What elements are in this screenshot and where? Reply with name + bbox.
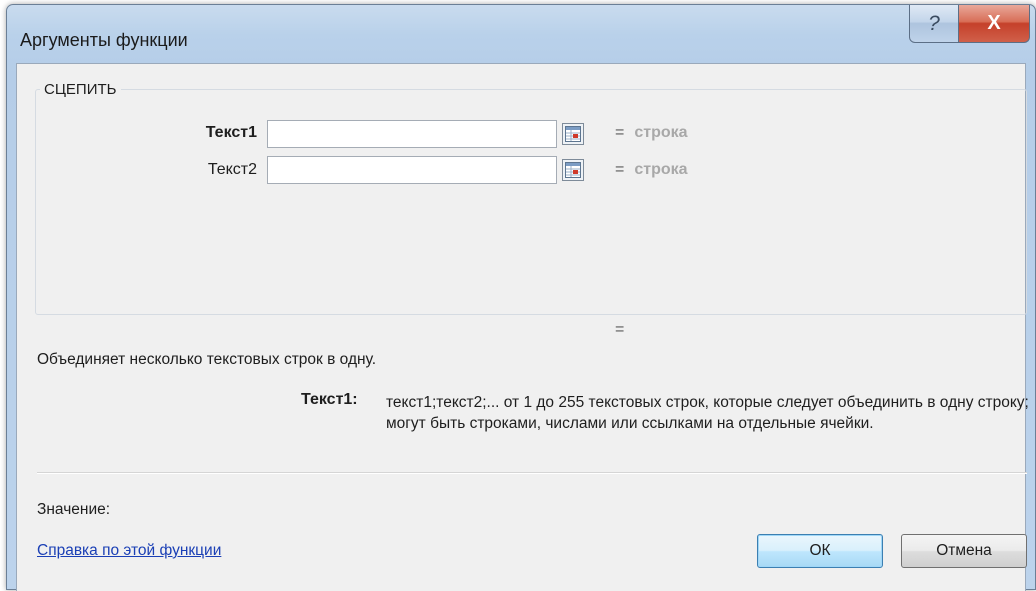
arg1-equals: = — [615, 124, 625, 141]
value-label: Значение: — [37, 501, 111, 518]
arg2-equals: = — [615, 161, 625, 178]
function-arguments-dialog: Аргументы функции ? X СЦЕПИТЬ Текст1 =с — [6, 4, 1036, 591]
arg2-collapse-button[interactable] — [562, 159, 584, 181]
range-select-icon — [565, 126, 581, 142]
ok-button[interactable]: ОК — [757, 534, 883, 568]
arg2-result-value: строка — [634, 161, 688, 178]
arg1-result: = строка — [615, 124, 688, 142]
help-button[interactable]: ? — [909, 5, 959, 43]
arg1-collapse-button[interactable] — [562, 123, 584, 145]
range-select-icon — [565, 162, 581, 178]
close-button[interactable]: X — [958, 5, 1030, 43]
question-mark-icon: ? — [928, 11, 940, 35]
arg2-label: Текст2 — [207, 161, 257, 178]
arg2-result: = строка — [615, 161, 688, 179]
arg-help-text: текст1;текст2;... от 1 до 255 текстовых … — [386, 394, 1029, 432]
title-bar[interactable]: Аргументы функции ? X — [7, 5, 1035, 67]
cancel-button[interactable]: Отмена — [901, 534, 1027, 568]
arg-help-label: Текст1: — [301, 391, 358, 408]
arg1-label: Текст1 — [205, 124, 257, 141]
close-icon: X — [987, 12, 1001, 34]
function-name: СЦЕПИТЬ — [40, 81, 121, 98]
arg1-input[interactable] — [267, 120, 557, 148]
arg2-input[interactable] — [267, 156, 557, 184]
dialog-body: СЦЕПИТЬ Текст1 = строка Текст2 = строка … — [16, 63, 1029, 591]
formula-result-equals: = — [615, 321, 625, 338]
arg1-result-value: строка — [634, 124, 688, 141]
function-help-link[interactable]: Справка по этой функции — [37, 542, 221, 560]
dialog-title: Аргументы функции — [20, 30, 188, 50]
divider — [37, 472, 1027, 474]
function-description: Объединяет несколько текстовых строк в о… — [37, 351, 377, 368]
